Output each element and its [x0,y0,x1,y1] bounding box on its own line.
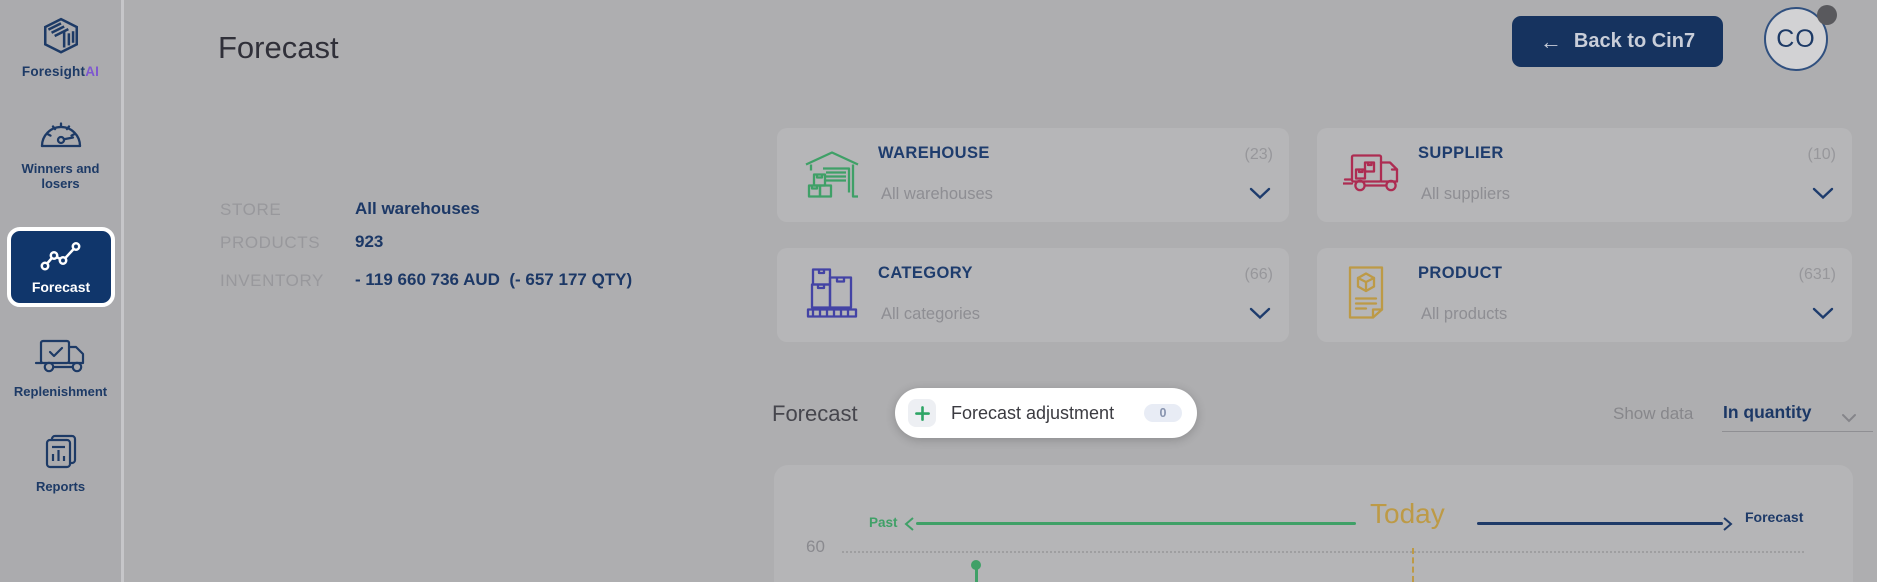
filter-selected-value: All suppliers [1421,185,1510,204]
product-sheet-icon [1343,265,1389,326]
avatar-status-dot [1817,5,1837,25]
filter-selected-value: All categories [881,305,980,324]
sidebar-item-label: Forecast [11,280,111,295]
pallet-boxes-icon [803,266,861,325]
sidebar-item-label: Winners and losers [0,161,121,191]
sidebar: ForesightAI Winners and losers [0,0,124,582]
forecast-section-title: Forecast [772,401,858,427]
show-data-dropdown[interactable]: In quantity [1723,402,1811,423]
forecast-app-page: ForesightAI Winners and losers [0,0,1877,582]
today-divider-line [1412,548,1414,582]
filter-count: (631) [1799,266,1836,284]
dotted-gridline [842,551,1804,553]
filter-card-warehouse[interactable]: WAREHOUSE (23) All warehouses [777,128,1289,222]
past-data-marker-stem [975,568,978,582]
forecast-timeline-label: Forecast [1745,509,1803,525]
brand-name: ForesightAI [0,64,121,79]
sidebar-item-reports[interactable]: Reports [0,433,121,494]
show-data-underline [1722,431,1873,432]
past-timeline-label: Past [869,515,898,530]
filter-title: PRODUCT [1418,264,1502,283]
filter-selected-value: All products [1421,305,1507,324]
summary-inventory-label: INVENTORY [220,271,324,291]
forecast-timeline-line [1477,522,1723,525]
chevron-down-icon[interactable] [1812,307,1834,325]
chevron-down-icon[interactable] [1812,187,1834,205]
filter-count: (10) [1808,146,1836,164]
left-arrow-icon: ← [1540,31,1562,53]
sidebar-item-forecast[interactable]: Forecast [7,227,115,307]
back-button-label: Back to Cin7 [1574,30,1695,53]
filter-count: (23) [1245,146,1273,164]
chevron-down-icon[interactable] [1249,187,1271,205]
sidebar-item-winners-and-losers[interactable]: Winners and losers [0,115,121,191]
filter-title: WAREHOUSE [878,144,990,163]
past-timeline-line [916,522,1356,525]
avatar-initials: CO [1776,25,1816,54]
warehouse-icon [803,145,861,206]
sidebar-item-replenishment[interactable]: Replenishment [0,336,121,399]
delivery-truck-check-icon [34,363,88,380]
show-data-label: Show data [1613,404,1693,424]
forecast-adjustment-button[interactable]: Forecast adjustment 0 [895,388,1197,438]
summary-products-label: PRODUCTS [220,233,320,253]
chevron-down-icon[interactable] [1841,410,1857,428]
plus-icon [908,399,936,427]
adjustment-count-badge: 0 [1144,404,1182,422]
forecast-arrowhead-icon [1722,517,1733,536]
filter-count: (66) [1245,266,1273,284]
page-title: Forecast [218,30,339,66]
forecast-adjustment-label: Forecast adjustment [951,403,1114,424]
chevron-down-icon[interactable] [1249,307,1271,325]
foresight-cube-logo-icon [40,45,82,62]
filter-card-category[interactable]: CATEGORY (66) All categories [777,248,1289,342]
y-axis-tick-60: 60 [806,537,825,557]
back-to-cin7-button[interactable]: ← Back to Cin7 [1512,16,1723,67]
gauge-icon [37,140,85,157]
past-arrowhead-icon [904,517,915,536]
sidebar-item-label: Reports [0,479,121,494]
brand-logo [0,16,121,63]
summary-store-label: STORE [220,200,281,220]
summary-inventory-value: - 119 660 736 AUD (- 657 177 QTY) [355,270,632,290]
line-chart-icon [38,260,84,277]
filter-title: SUPPLIER [1418,144,1504,163]
supplier-truck-icon [1343,150,1403,201]
sidebar-item-label: Replenishment [0,384,121,399]
summary-products-value: 923 [355,232,383,252]
today-label: Today [1370,498,1445,530]
filter-card-product[interactable]: PRODUCT (631) All products [1317,248,1852,342]
brand-name-accent: AI [85,64,99,79]
report-pages-icon [41,458,81,475]
summary-store-value: All warehouses [355,199,480,219]
filter-selected-value: All warehouses [881,185,993,204]
brand-name-primary: Foresight [22,64,85,79]
filter-title: CATEGORY [878,264,973,283]
filter-card-supplier[interactable]: SUPPLIER (10) All suppliers [1317,128,1852,222]
